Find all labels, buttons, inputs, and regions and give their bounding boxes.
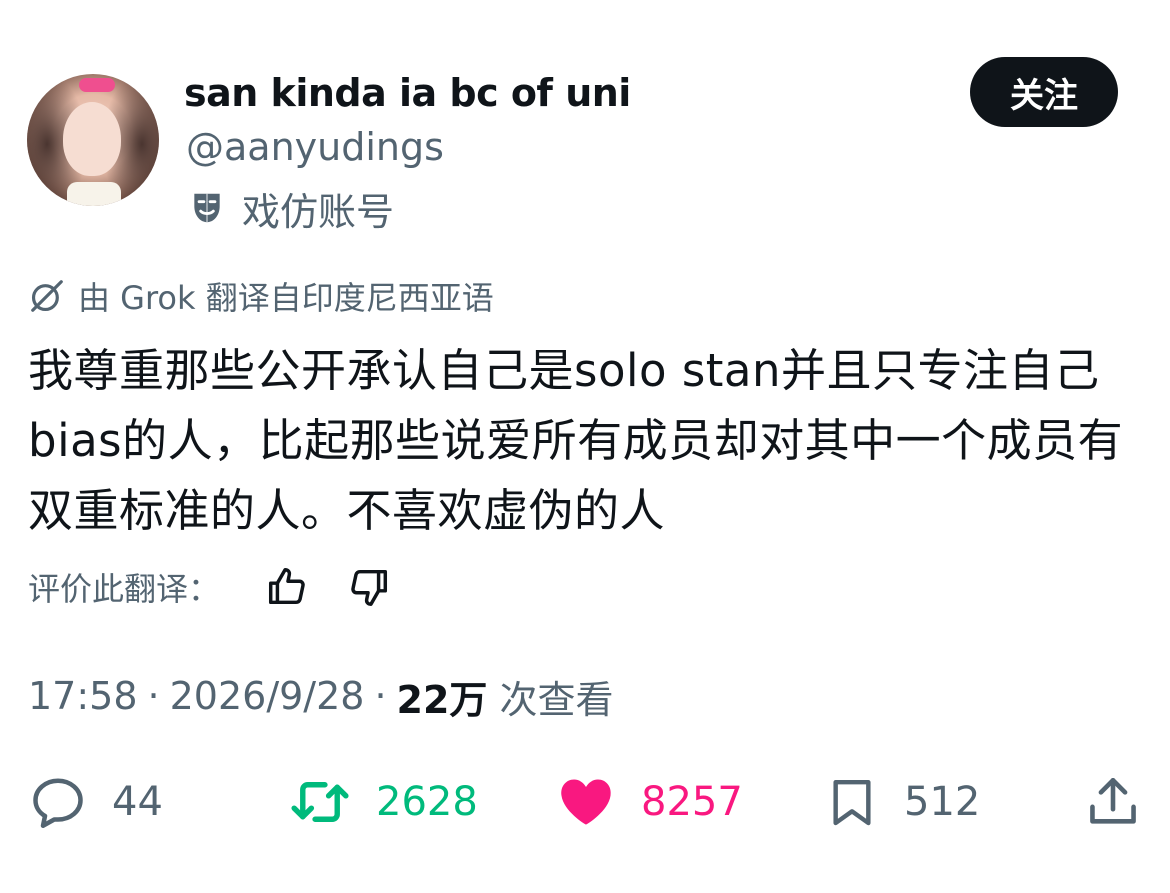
rate-translation-label: 评价此翻译： <box>28 570 221 608</box>
bookmark-button[interactable]: 512 <box>824 770 980 834</box>
bookmark-icon <box>833 779 871 826</box>
follow-button[interactable]: 关注 <box>970 57 1118 127</box>
thumbs-up-icon[interactable] <box>264 564 310 610</box>
reply-button[interactable]: 44 <box>28 770 163 834</box>
parody-label: 戏仿账号 <box>242 189 395 234</box>
grok-icon <box>31 280 63 312</box>
like-count: 8257 <box>641 779 743 825</box>
like-button[interactable]: 8257 <box>555 770 743 834</box>
thumbs-down-icon[interactable] <box>346 564 392 610</box>
translation-header: 由 Grok 翻译自印度尼西亚语 <box>28 274 494 318</box>
reply-icon <box>33 778 83 828</box>
rate-translation: 评价此翻译： <box>28 562 392 612</box>
share-icon <box>1090 777 1136 824</box>
bookmark-count: 512 <box>904 779 981 825</box>
translation-source-label: 由 Grok 翻译自印度尼西亚语 <box>78 279 494 317</box>
user-handle[interactable]: @aanyudings <box>186 124 444 170</box>
retweet-button[interactable]: 2628 <box>288 770 478 834</box>
tweet-meta: 17:58 · 2026/9/28 · 22万 次查看 <box>28 670 613 722</box>
views-count[interactable]: 22万 <box>397 669 488 724</box>
reply-count: 44 <box>112 779 163 825</box>
heart-icon <box>561 779 611 825</box>
tweet-date[interactable]: 2026/9/28 <box>170 674 365 718</box>
meta-separator: · <box>147 674 160 718</box>
tweet-text: 我尊重那些公开承认自己是solo stan并且只专注自己bias的人，比起那些说… <box>28 344 1124 537</box>
retweet-count: 2628 <box>376 779 478 825</box>
share-button[interactable] <box>1084 770 1142 834</box>
display-name[interactable]: san kinda ia bc of uni <box>184 70 631 116</box>
parody-badge: 戏仿账号 <box>188 184 394 234</box>
avatar[interactable] <box>27 74 159 206</box>
parody-mask-icon <box>194 193 220 223</box>
tweet-time[interactable]: 17:58 <box>28 674 138 718</box>
meta-separator: · <box>374 674 387 718</box>
views-label: 次查看 <box>499 677 614 722</box>
retweet-icon <box>291 782 349 822</box>
